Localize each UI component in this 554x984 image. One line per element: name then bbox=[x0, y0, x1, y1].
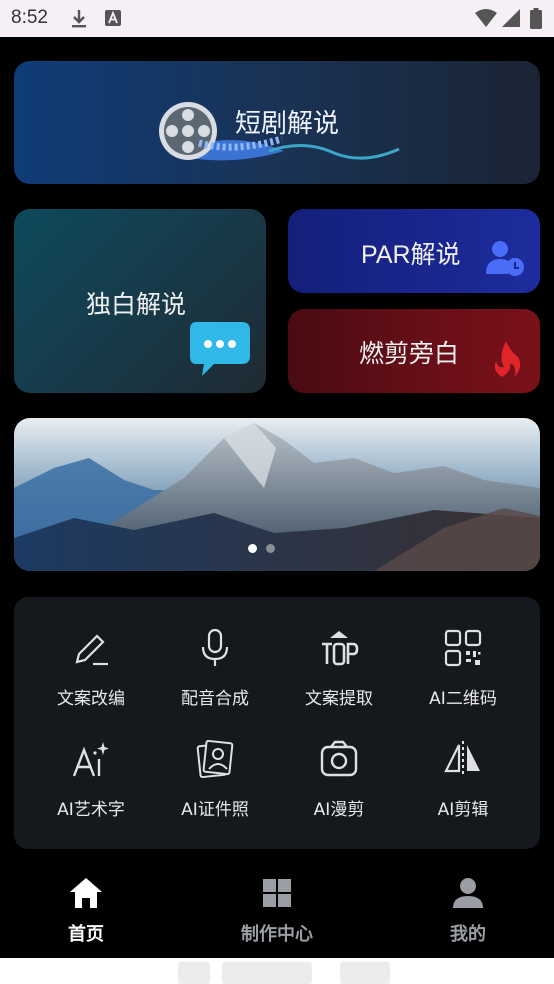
chat-bubble-icon bbox=[190, 322, 250, 376]
tool-label: 配音合成 bbox=[181, 689, 249, 709]
tab-label: 首页 bbox=[68, 924, 104, 945]
top-icon bbox=[322, 631, 359, 666]
id-photo-icon bbox=[196, 739, 234, 779]
status-bar: 8:52 bbox=[0, 0, 554, 37]
ghost-block bbox=[340, 962, 390, 984]
wifi-icon bbox=[474, 8, 498, 32]
monologue-title: 独白解说 bbox=[86, 290, 187, 319]
tool-label: AI艺术字 bbox=[57, 800, 125, 820]
pagination-dot-active[interactable] bbox=[248, 544, 257, 553]
banner-pagination bbox=[248, 544, 275, 553]
tool-ai-id-photo[interactable]: AI证件照 bbox=[153, 739, 277, 839]
tool-label: AI剪辑 bbox=[437, 800, 489, 820]
par-commentary-card[interactable]: PAR解说 bbox=[288, 209, 540, 293]
mountain-banner-image bbox=[14, 418, 540, 571]
camera-icon bbox=[320, 740, 358, 777]
ran-title: 燃剪旁白 bbox=[359, 339, 460, 368]
microphone-icon bbox=[201, 628, 229, 666]
burning-cut-narration-card[interactable]: 燃剪旁白 bbox=[288, 309, 540, 393]
tool-ai-art-text[interactable]: AI艺术字 bbox=[29, 739, 153, 839]
tool-label: 文案提取 bbox=[305, 689, 373, 709]
battery-icon bbox=[530, 8, 542, 33]
user-clock-icon bbox=[486, 241, 524, 276]
tool-label: AI漫剪 bbox=[313, 800, 365, 820]
tool-copy-extract[interactable]: 文案提取 bbox=[277, 628, 401, 728]
tab-mine[interactable]: 我的 bbox=[403, 862, 533, 958]
status-time: 8:52 bbox=[11, 7, 48, 28]
tab-label: 制作中心 bbox=[241, 924, 313, 945]
ghost-block bbox=[178, 962, 210, 984]
text-a-icon bbox=[104, 9, 122, 31]
home-icon bbox=[70, 878, 102, 908]
pagination-dot[interactable] bbox=[266, 544, 275, 553]
monologue-commentary-card[interactable]: 独白解说 bbox=[14, 209, 266, 393]
tab-production-center[interactable]: 制作中心 bbox=[212, 862, 342, 958]
qr-code-icon bbox=[444, 629, 482, 667]
tool-label: AI二维码 bbox=[429, 689, 497, 709]
ghost-block bbox=[222, 962, 312, 984]
tab-label: 我的 bbox=[450, 924, 486, 945]
tab-home[interactable]: 首页 bbox=[21, 862, 151, 958]
flame-icon bbox=[494, 341, 521, 377]
tools-panel: 文案改编 配音合成 文案提取 AI二维码 AI艺术字 AI证件照 AI漫剪 AI… bbox=[14, 597, 540, 849]
signal-icon bbox=[501, 8, 521, 32]
short-drama-commentary-card[interactable]: 短剧解说 bbox=[14, 61, 540, 184]
mirror-cut-icon bbox=[444, 741, 480, 777]
user-icon bbox=[453, 878, 483, 908]
hero-title: 短剧解说 bbox=[235, 109, 340, 139]
system-gesture-area bbox=[0, 958, 554, 984]
banner-carousel[interactable] bbox=[14, 418, 540, 571]
tool-label: 文案改编 bbox=[57, 689, 125, 709]
tool-label: AI证件照 bbox=[181, 800, 249, 820]
tool-ai-edit[interactable]: AI剪辑 bbox=[401, 739, 525, 839]
download-icon bbox=[70, 9, 88, 33]
pencil-icon bbox=[75, 634, 108, 666]
ai-sparkle-icon bbox=[72, 742, 109, 777]
tool-voice-synthesis[interactable]: 配音合成 bbox=[153, 628, 277, 728]
tool-ai-comic-cut[interactable]: AI漫剪 bbox=[277, 739, 401, 839]
bottom-tab-bar: 首页 制作中心 我的 bbox=[0, 862, 554, 958]
tool-ai-qrcode[interactable]: AI二维码 bbox=[401, 628, 525, 728]
tool-copy-rewrite[interactable]: 文案改编 bbox=[29, 628, 153, 728]
par-title: PAR解说 bbox=[361, 241, 461, 269]
grid-icon bbox=[263, 879, 291, 907]
